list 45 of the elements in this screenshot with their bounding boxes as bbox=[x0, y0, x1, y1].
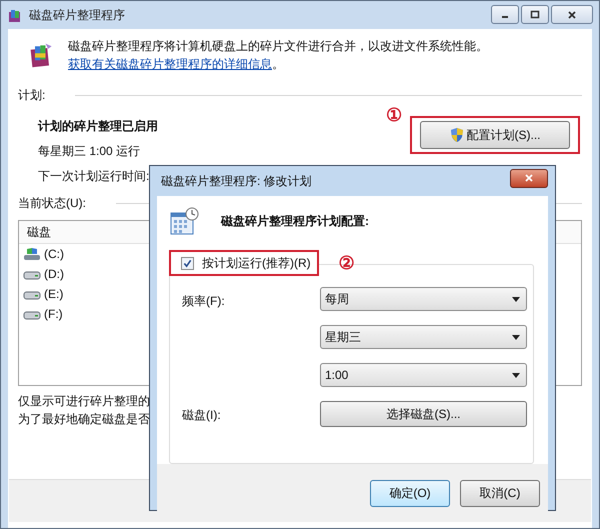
close-button[interactable] bbox=[510, 168, 548, 188]
configure-schedule-button[interactable]: 配置计划(S)... bbox=[420, 121, 570, 149]
dialog-button[interactable]: 确定(O) bbox=[370, 480, 450, 506]
intro-text: 磁盘碎片整理程序将计算机硬盘上的碎片文件进行合并，以改进文件系统性能。 获取有关磁盘碎片整理程序的详细信息。 bbox=[68, 38, 489, 73]
dropdown-arrow-icon bbox=[512, 372, 520, 378]
schedule-checkbox[interactable]: 按计划运行(推荐)(R) bbox=[181, 254, 311, 272]
close-icon bbox=[567, 10, 577, 20]
system-drive-icon bbox=[23, 247, 41, 261]
dropdown-arrow-icon bbox=[512, 296, 520, 302]
dropdown[interactable]: 星期三 bbox=[320, 325, 527, 349]
minimize-icon bbox=[502, 16, 508, 18]
column-header[interactable]: 磁盘 bbox=[27, 224, 51, 240]
defragmenter-icon bbox=[7, 7, 23, 23]
shield-icon bbox=[450, 127, 464, 143]
note-text: 仅显示可进行碎片整理的 bbox=[18, 393, 150, 410]
window-title: 磁盘碎片整理程序 bbox=[29, 6, 125, 24]
dropdown[interactable]: 每周 bbox=[320, 287, 527, 311]
disks-label: 磁盘(I): bbox=[182, 407, 222, 424]
dialog-title: 磁盘碎片整理程序: 修改计划 bbox=[161, 172, 312, 190]
dialog-heading: 磁盘碎片整理程序计划配置: bbox=[221, 212, 369, 230]
maximize-button[interactable] bbox=[521, 5, 549, 24]
section-label: 计划: bbox=[18, 87, 46, 104]
annotation-number: ① bbox=[386, 104, 402, 126]
close-icon bbox=[524, 173, 534, 183]
note-text: 为了最好地确定磁盘是否 bbox=[18, 411, 150, 428]
schedule-status: 计划的碎片整理已启用 bbox=[38, 118, 158, 135]
drive-name[interactable]: (D:) bbox=[44, 267, 64, 281]
calendar-icon bbox=[169, 206, 199, 236]
checkbox[interactable] bbox=[181, 256, 194, 270]
close-button[interactable] bbox=[551, 5, 593, 24]
dialog-button[interactable]: 取消(C) bbox=[460, 480, 540, 506]
select-disks-button[interactable]: 选择磁盘(S)... bbox=[320, 401, 527, 427]
maximize-icon bbox=[530, 10, 540, 20]
details-link[interactable]: 获取有关磁盘碎片整理程序的详细信息 bbox=[68, 57, 272, 71]
drive-name[interactable]: (F:) bbox=[44, 307, 63, 321]
frequency-label: 频率(F): bbox=[182, 293, 226, 310]
next-run-text: 下一次计划运行时间: bbox=[38, 168, 150, 185]
dropdown-arrow-icon bbox=[512, 334, 520, 340]
drive-name[interactable]: (E:) bbox=[44, 287, 64, 301]
minimize-button[interactable] bbox=[491, 5, 519, 24]
annotation-number: ② bbox=[338, 252, 355, 274]
section-label: 当前状态(U): bbox=[18, 195, 86, 212]
dropdown[interactable]: 1:00 bbox=[320, 363, 527, 387]
drive-name[interactable]: (C:) bbox=[44, 247, 64, 261]
schedule-time: 每星期三 1:00 运行 bbox=[38, 143, 142, 160]
